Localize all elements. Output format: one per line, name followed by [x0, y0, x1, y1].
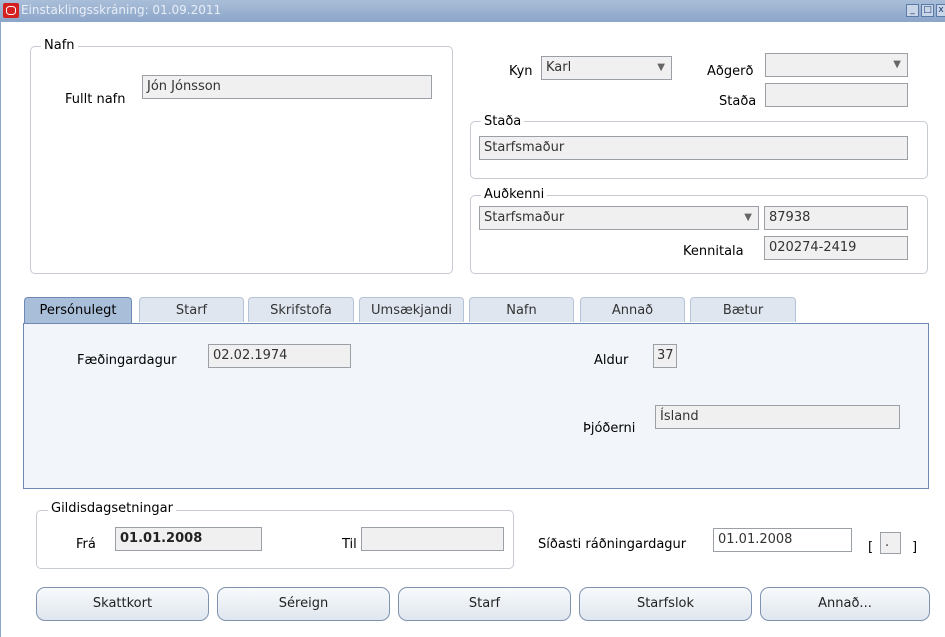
tab-other[interactable]: Annað	[580, 297, 685, 322]
full-name-field[interactable]: Jón Jónsson	[142, 75, 432, 99]
to-label: Til	[342, 537, 357, 552]
identity-number-field[interactable]: 87938	[764, 206, 908, 230]
maximize-button[interactable]: □	[921, 4, 934, 17]
status-group-legend: Staða	[481, 114, 525, 129]
birthdate-label: Fæðingardagur	[77, 353, 177, 368]
title-bar: Einstaklingsskráning: 01.09.2011 _ □ x	[0, 0, 945, 22]
nationality-label: Þjóðerni	[583, 421, 636, 436]
from-label: Frá	[76, 537, 96, 552]
minimize-button[interactable]: _	[906, 4, 919, 17]
job-button[interactable]: Starf	[398, 587, 571, 621]
tab-job[interactable]: Starf	[139, 297, 244, 322]
birthdate-field[interactable]: 02.02.1974	[208, 344, 351, 368]
to-date-field[interactable]	[361, 527, 504, 551]
other-button[interactable]: Annað...	[760, 587, 930, 621]
identity-group-legend: Auðkenni	[481, 187, 548, 202]
validity-group-legend: Gildisdagsetningar	[48, 501, 176, 516]
nationality-field[interactable]: Ísland	[655, 405, 900, 429]
tax-card-button[interactable]: Skattkort	[36, 587, 209, 621]
age-field[interactable]: 37	[653, 344, 677, 368]
identity-type-select[interactable]: Starfsmaður ▼	[479, 206, 759, 230]
tab-office[interactable]: Skrifstofa	[248, 297, 354, 322]
chevron-down-icon: ▼	[744, 212, 752, 223]
gender-select[interactable]: Karl ▼	[541, 56, 672, 80]
extra-field[interactable]: .	[880, 532, 901, 554]
status-label: Staða	[719, 94, 757, 109]
oracle-logo-icon	[3, 3, 19, 18]
last-hire-date-label: Síðasti ráðningardagur	[538, 537, 687, 552]
termination-button[interactable]: Starfslok	[579, 587, 752, 621]
ssn-label: Kennitala	[683, 244, 744, 259]
age-label: Aldur	[594, 353, 629, 368]
chevron-down-icon: ▼	[893, 59, 901, 70]
employment-status-field[interactable]: Starfsmaður	[479, 136, 908, 160]
tab-applicant[interactable]: Umsækjandi	[359, 297, 464, 322]
identity-type-value: Starfsmaður	[484, 210, 565, 225]
tab-benefits[interactable]: Bætur	[690, 297, 796, 322]
full-name-label: Fullt nafn	[65, 92, 126, 107]
status-field[interactable]	[765, 83, 908, 107]
bracket-close: ]	[912, 540, 918, 555]
ssn-field[interactable]: 020274-2419	[764, 236, 908, 260]
tab-name[interactable]: Nafn	[469, 297, 574, 322]
action-select[interactable]: ▼	[765, 53, 908, 77]
gender-label: Kyn	[509, 64, 533, 79]
chevron-down-icon: ▼	[657, 62, 665, 73]
close-button[interactable]: x	[936, 4, 945, 17]
last-hire-date-field[interactable]: 01.01.2008	[713, 528, 852, 552]
window-title: Einstaklingsskráning: 01.09.2011	[21, 3, 222, 17]
bracket-open: [	[868, 540, 874, 555]
action-label: Aðgerð	[707, 64, 754, 79]
private-pension-button[interactable]: Séreign	[217, 587, 390, 621]
from-date-field[interactable]: 01.01.2008	[115, 527, 262, 551]
tab-personal[interactable]: Persónulegt	[24, 297, 132, 324]
name-group-legend: Nafn	[41, 38, 78, 53]
gender-value: Karl	[546, 60, 572, 75]
